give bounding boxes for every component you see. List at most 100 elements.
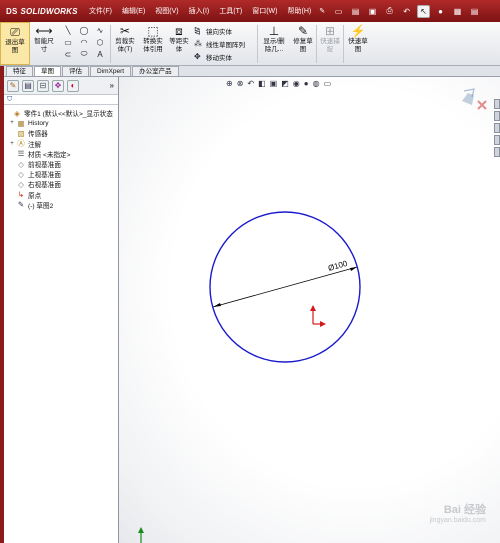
tree-node-label: 原点	[28, 192, 42, 200]
spline-icon[interactable]: ∿	[92, 24, 108, 36]
watermark-line1: Bai 经验	[443, 504, 486, 516]
tab-office-products[interactable]: 办公室产品	[132, 66, 179, 76]
traffic-light-icon[interactable]: ●	[434, 5, 447, 18]
tree-node-right-plane[interactable]: ◇ 右视基准面	[4, 179, 118, 190]
plane-icon: ◇	[18, 159, 24, 169]
trim-entities-button[interactable]: ✂ 剪裁实 体(T)	[111, 22, 139, 65]
convert-label: 转换实 体引用	[143, 38, 163, 53]
print-icon[interactable]: ⎙	[383, 5, 396, 18]
exit-sketch-label: 退出草 图	[5, 39, 25, 54]
rapid-sketch-label: 快速草 图	[348, 38, 368, 53]
tree-node-front-plane[interactable]: ◇ 前视基准面	[4, 159, 118, 170]
tree-node-top-plane[interactable]: ◇ 上视基准面	[4, 169, 118, 180]
repair-sketch-button[interactable]: ✎ 修复草 图	[290, 22, 316, 65]
diameter-dimension[interactable]: Ø100	[212, 259, 358, 308]
ellipse-icon[interactable]: ⬭	[76, 48, 92, 60]
linear-pattern-icon: ⁂	[194, 39, 202, 48]
arc-icon[interactable]: ◠	[76, 36, 92, 48]
rapid-sketch-icon: ⚡	[350, 24, 366, 38]
feature-manager-tab-icon[interactable]: ✎	[7, 79, 19, 92]
tree-node-label: 右视基准面	[28, 182, 61, 190]
trim-label: 剪裁实 体(T)	[115, 38, 135, 53]
quick-snaps-icon: ⊞	[324, 24, 336, 38]
mirror-icon: ⧎	[194, 26, 201, 35]
open-folder-icon[interactable]: ▤	[349, 5, 362, 18]
tree-node-annotations[interactable]: + Ⓐ 注解	[4, 139, 118, 149]
move-icon: ✥	[194, 52, 201, 61]
menu-tools[interactable]: 工具(T)	[214, 6, 247, 16]
slot-icon[interactable]: ⊂	[60, 48, 76, 60]
repair-icon: ✎	[297, 24, 309, 38]
tree-node-origin[interactable]: ↳ 原点	[4, 190, 118, 200]
tree-node-material[interactable]: ☰ 材质 <未指定>	[4, 149, 118, 159]
menu-bar: 文件(F) 编辑(E) 视图(V) 插入(I) 工具(T) 窗口(W) 帮助(H…	[84, 0, 316, 22]
dimxpert-manager-tab-icon[interactable]: ✥	[52, 79, 64, 92]
tree-node-part[interactable]: ◈ 零件1 (默认<<默认>_显示状态	[4, 108, 118, 119]
tree-expander[interactable]: +	[8, 141, 16, 147]
menu-window[interactable]: 窗口(W)	[247, 6, 282, 16]
tree-node-sketch2[interactable]: ✎ (-) 草图2	[4, 200, 118, 210]
watermark: Bai 经验 jingyan.baidu.com	[404, 501, 486, 529]
quick-snaps-button[interactable]: ⊞ 快速捕 捉	[317, 22, 343, 65]
material-icon: ☰	[17, 149, 25, 159]
menu-view[interactable]: 视图(V)	[150, 6, 183, 16]
undo-icon[interactable]: ↶	[400, 5, 413, 18]
text-tool-icon[interactable]: A	[92, 48, 108, 60]
convert-icon: ⬚	[147, 24, 159, 38]
line-icon[interactable]: ╲	[60, 24, 76, 36]
menu-edit[interactable]: 编辑(E)	[117, 6, 150, 16]
filter-row: ⛉	[4, 95, 118, 105]
tree-node-label: History	[28, 119, 49, 127]
quick-snaps-label: 快速捕 捉	[320, 38, 340, 53]
tree-expander[interactable]: +	[8, 120, 16, 126]
origin-icon: ↳	[17, 190, 25, 200]
annotation-icon: Ⓐ	[17, 139, 25, 149]
circle-tool-icon[interactable]: ◯	[76, 24, 92, 36]
options-icon[interactable]: ▤	[468, 5, 481, 18]
menu-help[interactable]: 帮助(H)	[282, 6, 316, 16]
convert-entities-button[interactable]: ⬚ 转换实 体引用	[139, 22, 167, 65]
triad-icon	[138, 527, 144, 543]
filter-icon[interactable]: ⛉	[7, 96, 12, 104]
show-delete-relations-button[interactable]: ⊥ 显示/删 除几...	[258, 22, 290, 65]
tree-node-label: (-) 草图2	[28, 202, 54, 210]
tab-dimxpert[interactable]: DimXpert	[90, 66, 132, 76]
relations-icon: ⊥	[268, 24, 280, 38]
configuration-manager-tab-icon[interactable]: ⊟	[37, 79, 49, 92]
graphics-area[interactable]: ⊕ ⊗ ↶ ◧ ▣ ◩ ◉ ● ◍ ▭ Ø100 Bai 经验 jingyan.…	[119, 77, 500, 543]
dimension-label: Ø100	[327, 259, 349, 273]
tab-evaluate[interactable]: 评估	[62, 66, 89, 76]
new-document-icon[interactable]: ▭	[332, 5, 345, 18]
rapid-sketch-button[interactable]: ⚡ 快速草 图	[344, 22, 372, 65]
plane-icon: ◇	[18, 179, 24, 189]
move-entities-button[interactable]: ✥ 移动实体	[194, 51, 254, 63]
display-manager-tab-icon[interactable]: ◐	[67, 79, 79, 92]
tree-node-label: 传感器	[28, 131, 48, 139]
brand-name: SOLIDWORKS	[20, 6, 78, 16]
menu-insert[interactable]: 插入(I)	[184, 6, 215, 16]
property-manager-tab-icon[interactable]: ▤	[22, 79, 34, 92]
polygon-icon[interactable]: ⬡	[92, 36, 108, 48]
rebuild-icon[interactable]: ▦	[451, 5, 464, 18]
quick-access-toolbar: ▭ ▤ ▣ ⎙ ↶ ↖ ● ▦ ▤	[330, 4, 483, 18]
mirror-entities-button[interactable]: ⧎ 镜向实体	[194, 25, 254, 37]
tab-sketch[interactable]: 草图	[34, 66, 61, 76]
save-icon[interactable]: ▣	[366, 5, 379, 18]
rectangle-icon[interactable]: ▭	[60, 36, 76, 48]
exit-sketch-button[interactable]: ⎚ 退出草 图	[0, 22, 30, 65]
menu-file[interactable]: 文件(F)	[84, 6, 117, 16]
tree-node-history[interactable]: + ▦ History	[4, 118, 118, 128]
tree-node-sensors[interactable]: ▧ 传感器	[4, 128, 118, 139]
command-manager: ⎚ 退出草 图 ⟷ 智能尺 寸 ╲ ◯ ∿ ▭ ◠ ⬡ ⊂ ⬭ A ✂ 剪裁实 …	[0, 22, 500, 66]
select-pointer-icon[interactable]: ↖	[417, 4, 431, 18]
pin-icon[interactable]: ✎	[319, 7, 325, 15]
feature-tree: ◈ 零件1 (默认<<默认>_显示状态 + ▦ History ▧ 传感器 + …	[4, 105, 118, 210]
sketch-entities-grid: ╲ ◯ ∿ ▭ ◠ ⬡ ⊂ ⬭ A	[58, 22, 110, 65]
smart-dimension-button[interactable]: ⟷ 智能尺 寸	[30, 22, 58, 65]
offset-entities-button[interactable]: ⧈ 等距实 体	[167, 22, 191, 65]
tab-features[interactable]: 特征	[6, 66, 33, 76]
linear-pattern-button[interactable]: ⁂ 线性草图阵列	[194, 38, 254, 50]
expand-panel-icon[interactable]: »	[110, 81, 114, 90]
watermark-line2: jingyan.baidu.com	[429, 517, 486, 524]
feature-manager-panel: ✎ ▤ ⊟ ✥ ◐ » ⛉ ◈ 零件1 (默认<<默认>_显示状态 + ▦ Hi…	[4, 77, 125, 543]
